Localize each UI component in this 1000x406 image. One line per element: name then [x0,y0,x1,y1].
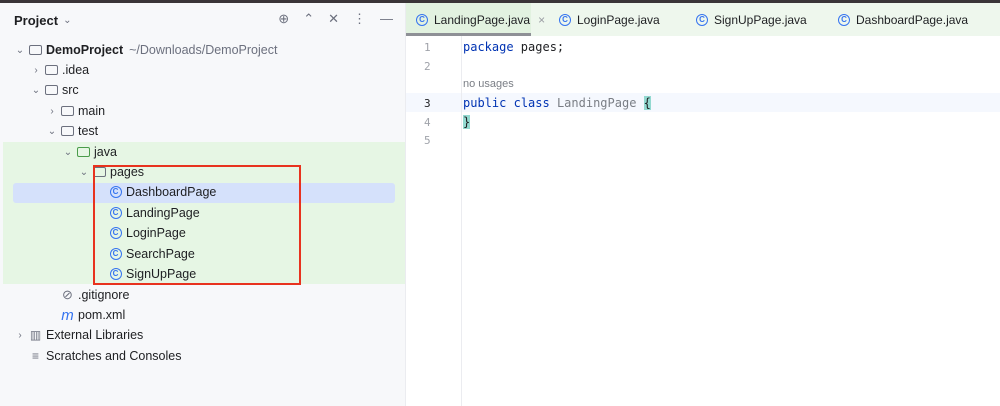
chevron-down-icon[interactable]: ⌄ [76,167,92,178]
tree-item-label: DemoProject [46,43,124,57]
tree-item[interactable]: ⌄ test [44,121,98,141]
class-icon: C [696,13,708,26]
tree-item[interactable]: ⌄ DemoProject ~/Downloads/DemoProject [12,40,278,60]
class-icon: C [559,13,571,26]
folder-icon [60,124,75,139]
tab-dashboardpage[interactable]: C DashboardPage.java [838,3,968,36]
code-line-4: } [463,115,471,129]
folder-icon [60,104,75,119]
tree-item[interactable]: › ▥ External Libraries [12,325,143,345]
class-name: LandingPage [556,96,637,110]
line-number: 1 [424,41,431,54]
tree-item[interactable]: ⊘ .gitignore [44,285,129,305]
keyword: public [463,96,507,110]
tree-item-label: External Libraries [46,328,144,342]
ignore-icon: ⊘ [62,287,73,302]
tree-item[interactable]: › main [44,101,105,121]
usages-hint[interactable]: no usages [463,78,514,90]
tree-item-label: test [78,124,99,138]
annotation-box [93,165,301,285]
tree-item-label: Scratches and Consoles [46,349,182,363]
expand-all-icon[interactable]: ⌃ [303,11,314,27]
panel-title: Project [14,13,59,28]
tab-landingpage[interactable]: C LandingPage.java × [406,3,545,36]
chevron-down-icon[interactable]: ⌄ [60,147,76,158]
chevron-down-icon: ⌄ [63,15,72,26]
chevron-right-icon[interactable]: › [28,65,44,76]
tree-item-label: java [94,145,117,159]
keyword: class [513,96,550,110]
locate-icon[interactable]: ⊕ [278,11,289,27]
editor-tabs: C LandingPage.java × C LoginPage.java C Sign… [406,3,1000,36]
minimize-icon[interactable]: — [380,11,393,27]
class-icon: C [416,13,428,26]
line-number: 5 [424,134,431,147]
tab-loginpage[interactable]: C LoginPage.java [559,3,660,36]
code-text: pages; [513,40,565,54]
brace: } [463,115,471,129]
tree-item[interactable]: › .idea [28,60,89,80]
tab-label: DashboardPage.java [856,12,969,27]
class-icon: C [838,13,850,26]
tree-item-label: pom.xml [78,308,126,322]
tree-item[interactable]: ⌄ java [60,142,117,162]
chevron-down-icon[interactable]: ⌄ [44,126,60,137]
tab-label: LoginPage.java [577,12,660,27]
tree-item-label: .gitignore [78,288,130,302]
project-panel: Project ⌄ ⊕ ⌃ ✕ ⋮ — ⌄ DemoProject ~/Downloa… [0,3,406,406]
tree-item[interactable]: m pom.xml [44,305,125,325]
line-number: 2 [424,60,431,73]
tree-item[interactable]: ≡ Scratches and Consoles [12,346,182,366]
folder-icon [44,63,59,78]
test-folder-icon [76,145,91,160]
code-line-3: public class LandingPage { [463,96,651,110]
brace: { [643,96,651,110]
line-number: 3 [424,97,431,110]
tree-item-label: .idea [62,63,90,77]
tab-signuppage[interactable]: C SignUpPage.java [696,3,807,36]
chevron-right-icon[interactable]: › [12,330,28,341]
line-number: 4 [424,116,431,129]
tree-item[interactable]: ⌄ src [28,80,79,100]
code-editor[interactable]: 1 2 3 4 5 package pages; no usages publi… [406,36,1000,406]
tab-label: SignUpPage.java [714,12,807,27]
tree-item-label: main [78,104,106,118]
project-path: ~/Downloads/DemoProject [129,43,278,57]
chevron-down-icon[interactable]: ⌄ [28,85,44,96]
gutter [406,36,462,406]
chevron-down-icon[interactable]: ⌄ [12,45,28,56]
libraries-icon: ▥ [29,328,42,342]
editor-area: C LandingPage.java × C LoginPage.java C Sign… [406,3,1000,406]
close-icon[interactable]: × [538,13,545,27]
scratches-icon: ≡ [31,349,39,363]
folder-icon [44,83,59,98]
maven-icon: m [61,306,74,324]
more-options-icon[interactable]: ⋮ [353,11,366,27]
collapse-all-icon[interactable]: ✕ [328,11,339,27]
keyword: package [463,40,514,54]
chevron-right-icon[interactable]: › [44,106,60,117]
project-view-selector[interactable]: Project ⌄ [14,13,71,28]
tree-item-label: src [62,83,79,97]
tab-label: LandingPage.java [434,12,531,27]
code-line-1: package pages; [463,40,564,54]
project-folder-icon [28,43,43,58]
